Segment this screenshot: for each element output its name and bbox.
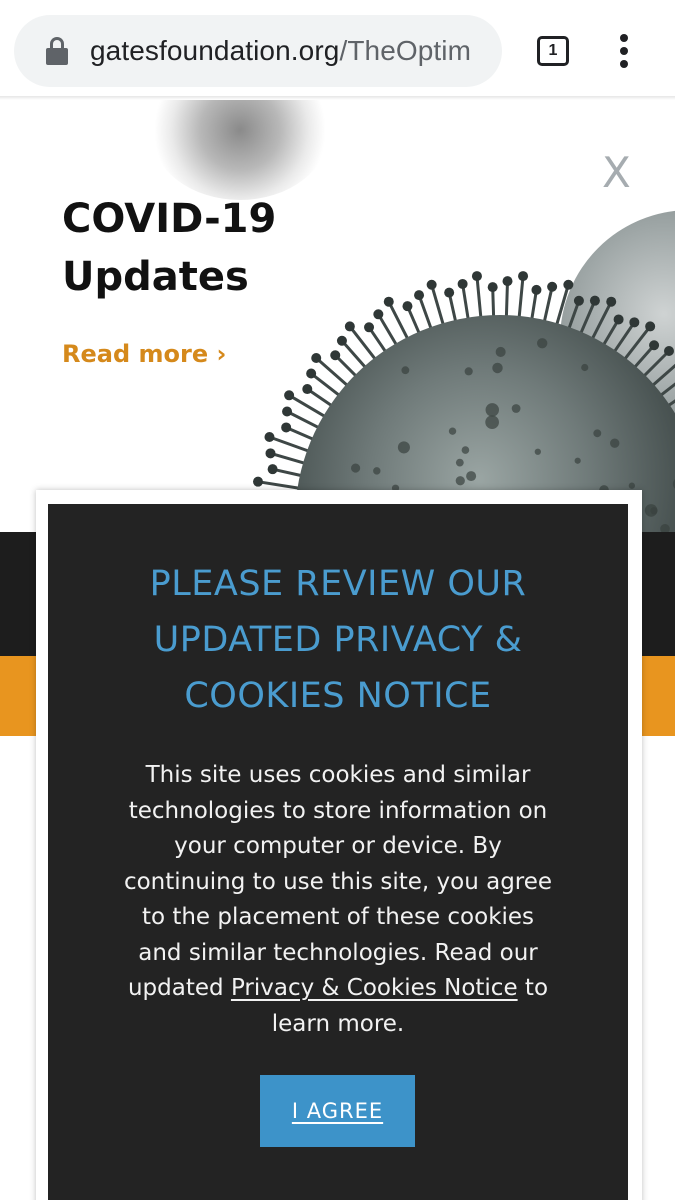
cookie-body-line: continuing to use this site, you agree [123,868,553,895]
coronavirus-image [250,271,675,532]
cookie-body-line: your computer or device. By [174,833,502,859]
cookie-body-text: to [517,975,549,1001]
covid-hero-banner: COVID-19 Updates Read more › X [0,100,675,532]
agree-button[interactable]: I AGREE [260,1075,415,1147]
hero-title: COVID-19 Updates [62,190,276,306]
cookie-body-line: and similar technologies. Read our [138,939,538,966]
lock-icon[interactable] [46,37,68,65]
url-text[interactable]: gatesfoundation.org/TheOptim [90,35,471,67]
tab-count: 1 [548,42,558,59]
cookie-modal-body: This site uses cookies and similar techn… [92,758,584,1042]
address-bar[interactable]: gatesfoundation.org/TheOptim [14,15,502,87]
cookie-body-line: updated Privacy & Cookies Notice to [92,971,584,1007]
url-path: /TheOptim [339,35,472,66]
cookie-notice-modal: PLEASE REVIEW OUR UPDATED PRIVACY & COOK… [48,504,628,1200]
tab-switcher-icon[interactable]: 1 [537,36,569,66]
more-vert-icon[interactable] [612,34,636,68]
cookie-body-text: updated [127,975,231,1001]
read-more-link[interactable]: Read more › [62,340,226,368]
cookie-body-line: learn more. [271,1010,405,1037]
blurred-virus-image [150,100,330,200]
privacy-cookies-notice-link[interactable]: Privacy & Cookies Notice [231,975,518,1001]
page-dark-band [0,532,40,656]
hero-title-line: Updates [62,254,249,300]
page-orange-band [0,656,40,736]
close-icon[interactable]: X [602,152,631,194]
cookie-modal-title-line: PLEASE REVIEW OUR [149,564,527,604]
page-root: gatesfoundation.org/TheOptim 1 COVID-19 … [0,0,675,1200]
url-host: gatesfoundation.org [90,35,340,66]
cookie-body-line: This site uses cookies and similar [145,762,531,788]
agree-button-label: I AGREE [291,1099,384,1123]
cookie-body-line: technologies to store information on [128,797,548,824]
hero-title-line: COVID-19 [62,196,277,242]
cookie-modal-title-line: COOKIES NOTICE [184,676,492,716]
cookie-modal-title-line: UPDATED PRIVACY & [153,620,523,660]
cookie-modal-title: PLEASE REVIEW OUR UPDATED PRIVACY & COOK… [48,556,628,724]
browser-toolbar: gatesfoundation.org/TheOptim 1 [0,0,675,100]
cookie-body-line: to the placement of these cookies [141,904,535,930]
